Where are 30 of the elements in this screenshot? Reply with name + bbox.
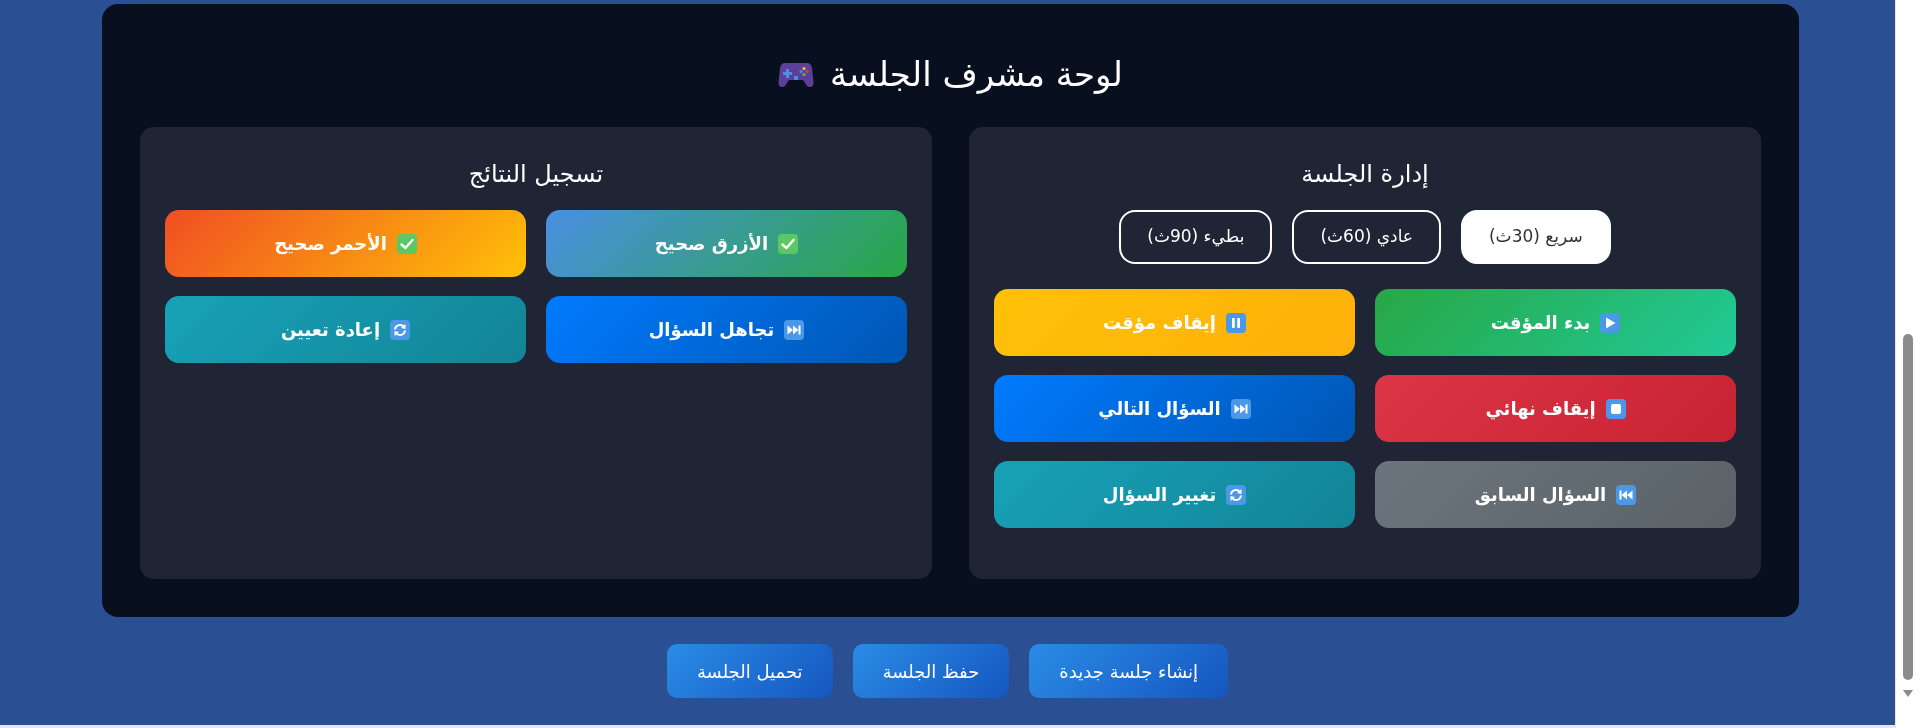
reset-button[interactable]: إعادة تعيين [165, 296, 526, 363]
skip-question-button[interactable]: تجاهل السؤال [546, 296, 907, 363]
save-session-button[interactable]: حفظ الجلسة [852, 644, 1010, 698]
checkmark-icon [396, 233, 417, 254]
refresh-icon [1226, 484, 1247, 505]
refresh-icon [390, 319, 411, 340]
panel-title: تسجيل النتائج [467, 159, 605, 190]
panel-title: إدارة الجلسة [1300, 159, 1430, 190]
dashboard-title: لوحة مشرف الجلسة [830, 53, 1123, 96]
next-question-button[interactable]: السؤال التالي [994, 375, 1355, 442]
scrollbar-thumb[interactable] [1903, 334, 1913, 680]
load-session-button[interactable]: تحميل الجلسة [666, 644, 833, 698]
stop-button[interactable]: إيقاف نهائي [1375, 375, 1736, 442]
next-track-icon [784, 319, 805, 340]
speed-option[interactable]: بطيء (90ث) [1119, 210, 1273, 264]
scroll-down-arrow-icon[interactable] [1903, 690, 1913, 697]
speed-option[interactable]: سريع (30ث) [1461, 210, 1611, 264]
stop-icon [1605, 398, 1626, 419]
checkmark-icon [778, 233, 799, 254]
gamepad-icon [778, 60, 815, 88]
first-team-correct-button[interactable]: الأزرق صحيح [546, 210, 907, 277]
previous-track-icon [1616, 484, 1637, 505]
previous-question-button[interactable]: السؤال السابق [1375, 461, 1736, 528]
next-track-icon [1230, 398, 1251, 419]
play-icon [1600, 312, 1621, 333]
pause-icon [1226, 312, 1247, 333]
second-team-correct-button[interactable]: الأحمر صحيح [165, 210, 526, 277]
speed-option[interactable]: عادي (60ث) [1292, 210, 1441, 264]
change-question-button[interactable]: تغيير السؤال [994, 461, 1355, 528]
new-session-button[interactable]: إنشاء جلسة جديدة [1029, 644, 1229, 698]
